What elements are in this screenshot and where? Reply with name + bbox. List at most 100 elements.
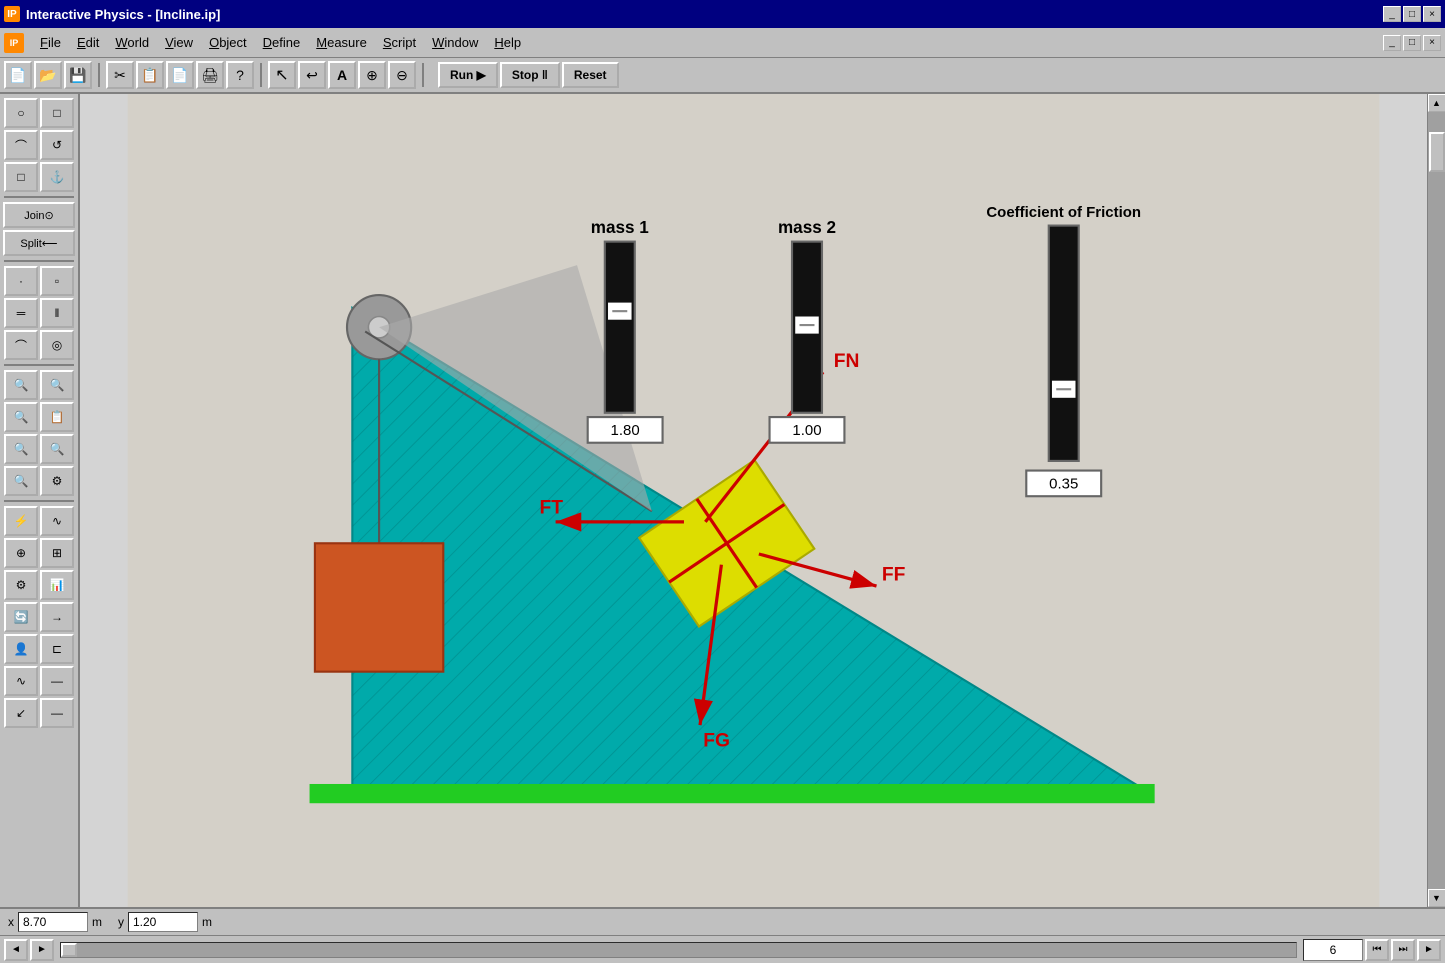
menu-restore-button[interactable]: □ [1403, 35, 1421, 51]
track-tool-6[interactable]: 🔍 [40, 434, 74, 464]
scroll-track-vertical[interactable] [1428, 112, 1445, 889]
scroll-down-button[interactable]: ▼ [1428, 889, 1445, 907]
step-forward-button[interactable]: ⏭ [1391, 939, 1415, 961]
zoom-out-tool[interactable]: ⊖ [388, 61, 416, 89]
open-button[interactable]: 📂 [34, 61, 62, 89]
right-scrollbar[interactable]: ▲ ▼ [1427, 94, 1445, 907]
anchor-tool[interactable]: ⚓ [40, 162, 74, 192]
menu-view[interactable]: View [157, 31, 201, 54]
menu-window[interactable]: Window [424, 31, 486, 54]
scroll-left-button[interactable]: ◄ [4, 939, 28, 961]
hline-tool[interactable]: ═ [4, 298, 38, 328]
copy-button[interactable]: 📋 [136, 61, 164, 89]
play-forward-button[interactable]: ► [30, 939, 54, 961]
menu-help[interactable]: Help [486, 31, 529, 54]
y-unit: m [202, 915, 212, 929]
new-button[interactable]: 📄 [4, 61, 32, 89]
minimize-button[interactable]: _ [1383, 6, 1401, 22]
corner-tool[interactable]: ↙ [4, 698, 38, 728]
measure-tool-1[interactable]: ⚡ [4, 506, 38, 536]
maximize-button[interactable]: □ [1403, 6, 1421, 22]
app-menu-icon[interactable]: IP [4, 33, 24, 53]
stop-button[interactable]: Stop ‖ [500, 62, 560, 88]
undo-tool[interactable]: ↩ [298, 61, 326, 89]
line-tool[interactable]: — [40, 698, 74, 728]
lt-separator-2 [4, 260, 74, 262]
track-tool-2[interactable]: 🔍 [40, 370, 74, 400]
y-value-input[interactable] [128, 912, 198, 932]
run-button[interactable]: Run ▶ [438, 62, 498, 88]
scroll-up-button[interactable]: ▲ [1428, 94, 1445, 112]
text-tool[interactable]: A [328, 61, 356, 89]
vline-tool[interactable]: ‖ [40, 298, 74, 328]
x-coordinate-field: x m [8, 912, 102, 932]
arrow-tool[interactable]: → [40, 602, 74, 632]
rect-tool[interactable]: □ [40, 98, 74, 128]
menu-close-button[interactable]: × [1423, 35, 1441, 51]
svg-text:FG: FG [703, 731, 730, 752]
square-tool[interactable]: □ [4, 162, 38, 192]
help-button[interactable]: ? [226, 61, 254, 89]
status-bar: x m y m [0, 907, 1445, 935]
cut-button[interactable]: ✂ [106, 61, 134, 89]
scroll-thumb-horizontal[interactable] [61, 943, 77, 957]
join-button[interactable]: Join⊙ [3, 202, 75, 228]
close-button[interactable]: × [1423, 6, 1441, 22]
frame-display: 6 [1303, 939, 1363, 961]
measure-tool-3[interactable]: ⊕ [4, 538, 38, 568]
menu-minimize-button[interactable]: _ [1383, 35, 1401, 51]
measure-tool-4[interactable]: ⊞ [40, 538, 74, 568]
rotate-tool[interactable]: ↺ [40, 130, 74, 160]
split-button[interactable]: Split⟵ [3, 230, 75, 256]
point-tool[interactable]: · [4, 266, 38, 296]
person-tool[interactable]: 👤 [4, 634, 38, 664]
toolbar-separator-2 [260, 63, 262, 87]
circle-tool[interactable]: ○ [4, 98, 38, 128]
toolbar-separator-3 [422, 63, 424, 87]
chart-tool[interactable]: 📊 [40, 570, 74, 600]
menu-define[interactable]: Define [255, 31, 309, 54]
wave-tool[interactable]: ∿ [4, 666, 38, 696]
arc-tool[interactable]: ⌒ [4, 330, 38, 360]
physics-canvas[interactable]: FN FT FF FG mass 1 [80, 94, 1427, 907]
step-back-button[interactable]: ⏮ [1365, 939, 1389, 961]
save-button[interactable]: 💾 [64, 61, 92, 89]
svg-text:1.00: 1.00 [792, 422, 821, 439]
window-title: Interactive Physics - [Incline.ip] [26, 7, 220, 22]
menu-script[interactable]: Script [375, 31, 424, 54]
menu-bar-controls[interactable]: _ □ × [1383, 35, 1441, 51]
menu-file[interactable]: File [32, 31, 69, 54]
menu-bar: IP File Edit World View Object Define Me… [0, 28, 1445, 58]
bracket-tool[interactable]: ⊏ [40, 634, 74, 664]
title-bar-controls[interactable]: _ □ × [1383, 6, 1441, 22]
track-tool-7[interactable]: 🔍 [4, 466, 38, 496]
zoom-in-tool[interactable]: ⊕ [358, 61, 386, 89]
rotate-tool-2[interactable]: 🔄 [4, 602, 38, 632]
title-bar: IP Interactive Physics - [Incline.ip] _ … [0, 0, 1445, 28]
track-tool-5[interactable]: 🔍 [4, 434, 38, 464]
track-tool-4[interactable]: 📋 [40, 402, 74, 432]
scroll-thumb-vertical[interactable] [1429, 132, 1445, 172]
paste-button[interactable]: 📄 [166, 61, 194, 89]
menu-measure[interactable]: Measure [308, 31, 375, 54]
menu-world[interactable]: World [107, 31, 157, 54]
track-tool-3[interactable]: 🔍 [4, 402, 38, 432]
square-small-tool[interactable]: ▫ [40, 266, 74, 296]
track-tool-1[interactable]: 🔍 [4, 370, 38, 400]
target-tool[interactable]: ◎ [40, 330, 74, 360]
menu-edit[interactable]: Edit [69, 31, 107, 54]
svg-text:FN: FN [834, 351, 860, 372]
scroll-track-horizontal[interactable] [60, 942, 1297, 958]
menu-object[interactable]: Object [201, 31, 255, 54]
print-button[interactable]: 🖨 [196, 61, 224, 89]
measure-tool-2[interactable]: ∿ [40, 506, 74, 536]
curve-tool[interactable]: ⌒ [4, 130, 38, 160]
dash-tool[interactable]: — [40, 666, 74, 696]
gear-icon[interactable]: ⚙ [40, 466, 74, 496]
select-tool[interactable]: ↖ [268, 61, 296, 89]
reset-button[interactable]: Reset [562, 62, 619, 88]
gear-tool-1[interactable]: ⚙ [4, 570, 38, 600]
scroll-right-button[interactable]: ► [1417, 939, 1441, 961]
lt-separator-1 [4, 196, 74, 198]
x-value-input[interactable] [18, 912, 88, 932]
